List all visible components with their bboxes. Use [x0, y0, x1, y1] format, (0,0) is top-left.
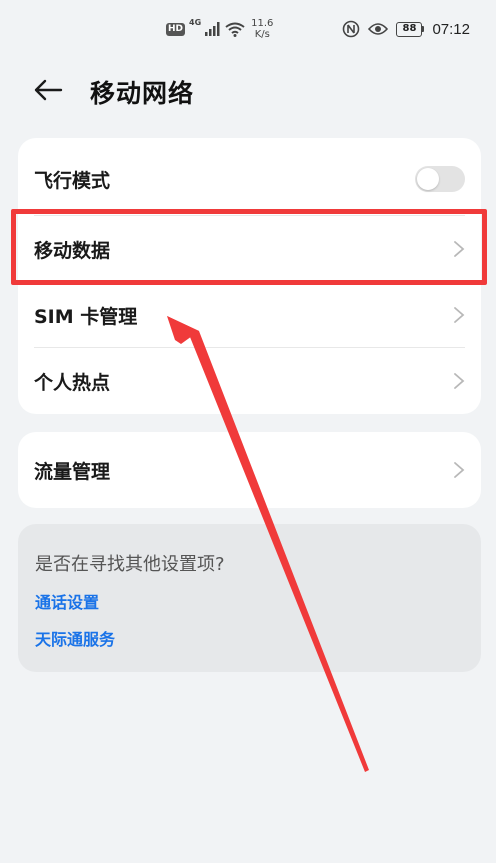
traffic-management-label: 流量管理 [34, 460, 111, 483]
page-title: 移动网络 [90, 79, 195, 108]
hotspot-row[interactable]: 个人热点 [18, 348, 481, 414]
chevron-right-icon [454, 462, 465, 478]
airplane-mode-toggle[interactable] [415, 166, 465, 192]
sim-management-row[interactable]: SIM 卡管理 [18, 282, 481, 348]
nfc-icon [343, 20, 360, 38]
skytone-service-link[interactable]: 天际通服务 [35, 626, 464, 650]
network-type: 4G [189, 18, 202, 27]
highlight-box [11, 209, 487, 285]
sim-management-label: SIM 卡管理 [34, 305, 138, 328]
eye-icon [368, 23, 389, 35]
speed-unit: K/s [254, 29, 270, 40]
traffic-card: 流量管理 [18, 432, 481, 508]
page-header: 移动网络 [0, 62, 496, 118]
clock: 07:12 [432, 20, 470, 38]
signal-icon [205, 22, 220, 36]
suggestion-question: 是否在寻找其他设置项? [35, 554, 225, 575]
battery-level: 88 [396, 21, 423, 37]
call-settings-link[interactable]: 通话设置 [35, 589, 464, 613]
suggestions-box: 是否在寻找其他设置项? 通话设置 天际通服务 [18, 524, 481, 672]
traffic-management-row[interactable]: 流量管理 [18, 432, 481, 508]
toggle-knob [417, 168, 439, 190]
back-button[interactable] [28, 72, 68, 108]
status-right: 88 07:12 [342, 16, 470, 42]
airplane-mode-label: 飞行模式 [34, 169, 111, 192]
network-speed: 11.6 K/s [251, 18, 273, 40]
status-left: HD 4G 11.6 K/s [166, 16, 273, 42]
status-bar: HD 4G 11.6 K/s 88 07:12 [0, 0, 496, 58]
airplane-mode-row[interactable]: 飞行模式 [18, 138, 481, 216]
chevron-right-icon [454, 373, 465, 389]
hotspot-label: 个人热点 [34, 371, 111, 394]
battery-indicator: 88 [396, 21, 425, 37]
chevron-right-icon [454, 307, 465, 323]
wifi-icon [225, 22, 245, 37]
back-arrow-icon [34, 79, 63, 101]
battery-tip [422, 26, 425, 32]
speed-value: 11.6 [251, 18, 274, 29]
hd-badge: HD [166, 22, 186, 36]
